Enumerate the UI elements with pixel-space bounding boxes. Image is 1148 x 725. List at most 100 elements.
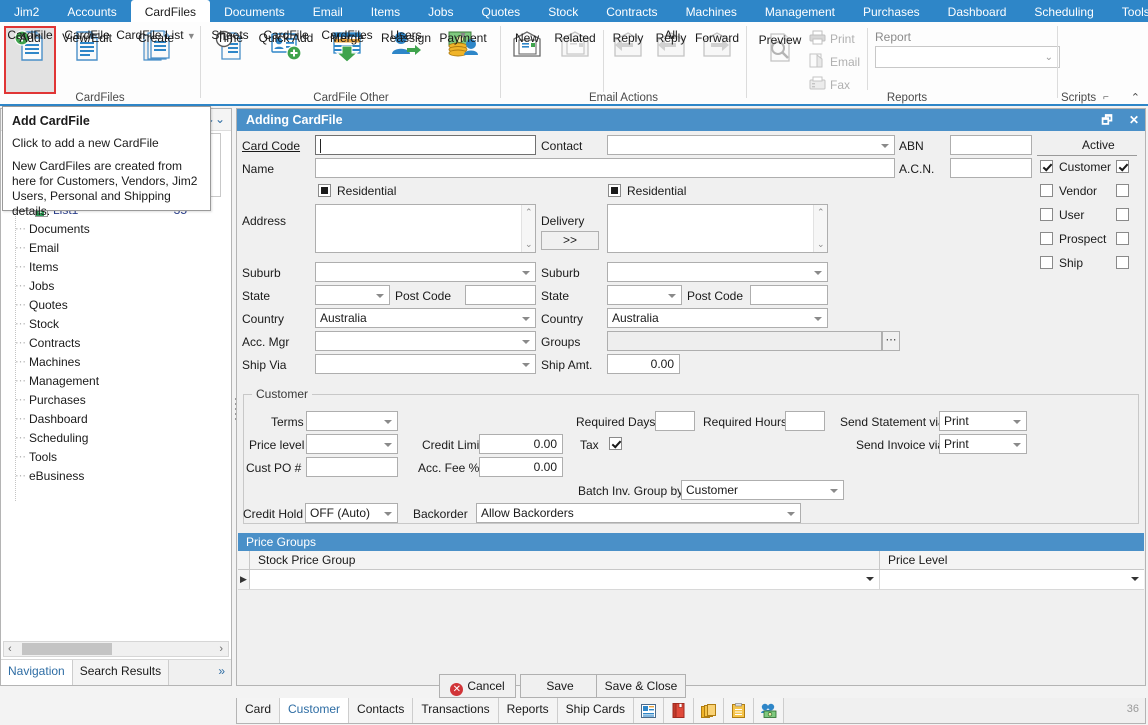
ribbon-tab-jim2[interactable]: Jim2 [0,0,53,22]
tab-ship-cards[interactable]: Ship Cards [558,698,634,723]
tab-reports[interactable]: Reports [499,698,558,723]
ship-type-checkbox[interactable] [1040,256,1053,269]
ship-active-checkbox[interactable] [1116,256,1129,269]
card-code-input[interactable] [315,135,536,155]
ribbon-tab-scheduling[interactable]: Scheduling [1020,0,1107,22]
terms-select[interactable] [306,411,398,431]
tree-item-ebusiness[interactable]: ⋯eBusiness [1,467,231,486]
ribbon-tab-machines[interactable]: Machines [672,0,751,22]
new-email-button[interactable]: New [507,29,547,63]
prospect-type-checkbox[interactable] [1040,232,1053,245]
tree-item-tools[interactable]: ⋯Tools [1,448,231,467]
acn-input[interactable] [950,158,1032,178]
tree-item-dashboard[interactable]: ⋯Dashboard [1,410,231,429]
scroll-up-icon[interactable]: ⌃ [525,207,533,218]
state-right-select[interactable] [607,285,682,305]
send-invoice-select[interactable]: Print [939,434,1027,454]
ribbon-tab-accounts[interactable]: Accounts [53,0,130,22]
batch-inv-select[interactable]: Customer [681,480,844,500]
vendor-type-checkbox[interactable] [1040,184,1053,197]
table-row[interactable]: ▶ [238,570,1144,590]
scripts-dialog-launcher-icon[interactable]: ⌐ [1103,92,1109,103]
tab-transactions[interactable]: Transactions [413,698,498,723]
price-level-select[interactable] [306,434,398,454]
ribbon-tab-purchases[interactable]: Purchases [849,0,934,22]
quick-add-cardfile-button[interactable]: Quick Add CardFile [256,29,316,67]
customer-type-checkbox[interactable] [1040,160,1053,173]
acc-fee-input[interactable]: 0.00 [479,457,563,477]
tab-customer[interactable]: Customer [280,698,349,723]
name-input[interactable] [315,158,895,178]
customer-active-checkbox[interactable] [1116,160,1129,173]
scroll-down-icon[interactable]: ⌄ [817,239,825,250]
ribbon-collapse-icon[interactable]: ⌃ [1131,91,1140,104]
post-code-right-input[interactable] [750,285,828,305]
ribbon-tab-cardfiles[interactable]: CardFiles [131,0,210,22]
tab-icon-clipboard[interactable] [724,698,754,723]
user-active-checkbox[interactable] [1116,208,1129,221]
residential-right-checkbox[interactable] [608,184,621,197]
required-days-input[interactable] [655,411,695,431]
ribbon-tab-dashboard[interactable]: Dashboard [934,0,1021,22]
acc-mgr-select[interactable] [315,331,536,351]
ribbon-tab-stock[interactable]: Stock [534,0,592,22]
address-textarea[interactable]: ⌃ ⌄ [315,204,536,253]
ribbon-tab-jobs[interactable]: Jobs [414,0,467,22]
tab-card[interactable]: Card [237,698,280,723]
required-hours-input[interactable] [785,411,825,431]
ribbon-tab-management[interactable]: Management [751,0,849,22]
post-code-left-input[interactable] [465,285,536,305]
delivery-textarea[interactable]: ⌃ ⌄ [607,204,828,253]
ribbon-tab-email[interactable]: Email [299,0,357,22]
tree-item-purchases[interactable]: ⋯Purchases [1,391,231,410]
report-select[interactable]: ⌄ [875,46,1060,68]
save-and-close-button[interactable]: Save & Close [596,674,686,698]
tree-item-management[interactable]: ⋯Management [1,372,231,391]
tree-item-jobs[interactable]: ⋯Jobs [1,277,231,296]
tree-item-quotes[interactable]: ⋯Quotes [1,296,231,315]
ship-amt-input[interactable]: 0.00 [607,354,680,374]
copy-address-button[interactable]: >> [541,231,599,250]
ribbon-tab-items[interactable]: Items [357,0,414,22]
backorder-select[interactable]: Allow Backorders [476,503,801,523]
tree-item-email[interactable]: ⋯Email [1,239,231,258]
payment-chevron-down-icon[interactable]: ▼ [459,29,468,42]
groups-browse-button[interactable]: ⋯ [882,331,900,351]
scroll-right-icon[interactable]: › [219,642,223,656]
state-left-select[interactable] [315,285,390,305]
tax-checkbox[interactable] [609,437,622,450]
suburb-right-select[interactable] [607,262,828,282]
tab-icon-copies[interactable] [694,698,724,723]
merge-cardfiles-button[interactable]: Merge CardFiles [319,29,375,67]
tab-contacts[interactable]: Contacts [349,698,413,723]
nav-tab-navigation[interactable]: Navigation [1,660,73,685]
scroll-down-icon[interactable]: ⌄ [525,239,533,250]
ribbon-tab-tools[interactable]: Tools [1108,0,1148,22]
scrollbar-thumb[interactable] [22,643,112,655]
country-left-select[interactable]: Australia [315,308,536,328]
add-cardfile-button[interactable]: Add CardFile [8,29,52,67]
contact-select[interactable] [607,135,895,155]
vendor-active-checkbox[interactable] [1116,184,1129,197]
ribbon-tab-quotes[interactable]: Quotes [467,0,534,22]
user-type-checkbox[interactable] [1040,208,1053,221]
tab-icon-details[interactable] [634,698,664,723]
chevron-double-right-icon[interactable]: » [218,660,231,685]
tree-item-contracts[interactable]: ⋯Contracts [1,334,231,353]
tree-item-machines[interactable]: ⋯Machines [1,353,231,372]
credit-limit-input[interactable]: 0.00 [479,434,563,454]
tree-item-documents[interactable]: ⋯Documents [1,220,231,239]
navigation-horizontal-scrollbar[interactable]: ‹ › [3,641,229,657]
credit-hold-select[interactable]: OFF (Auto) [305,503,398,523]
prospect-active-checkbox[interactable] [1116,232,1129,245]
chevron-down-icon[interactable] [1131,577,1139,581]
create-cardfile-list-button[interactable]: Create CardFile List ▼ [120,29,192,67]
restore-icon[interactable]: 🗗 [1101,113,1112,127]
time-sheets-button[interactable]: Time Sheets [206,29,254,67]
view-edit-cardfile-button[interactable]: View/Edit CardFile [58,29,116,67]
price-level-cell[interactable] [880,570,1144,589]
abn-input[interactable] [950,135,1032,155]
scroll-up-icon[interactable]: ⌃ [817,207,825,218]
cust-po-input[interactable] [306,457,398,477]
ribbon-tab-contracts[interactable]: Contracts [592,0,671,22]
